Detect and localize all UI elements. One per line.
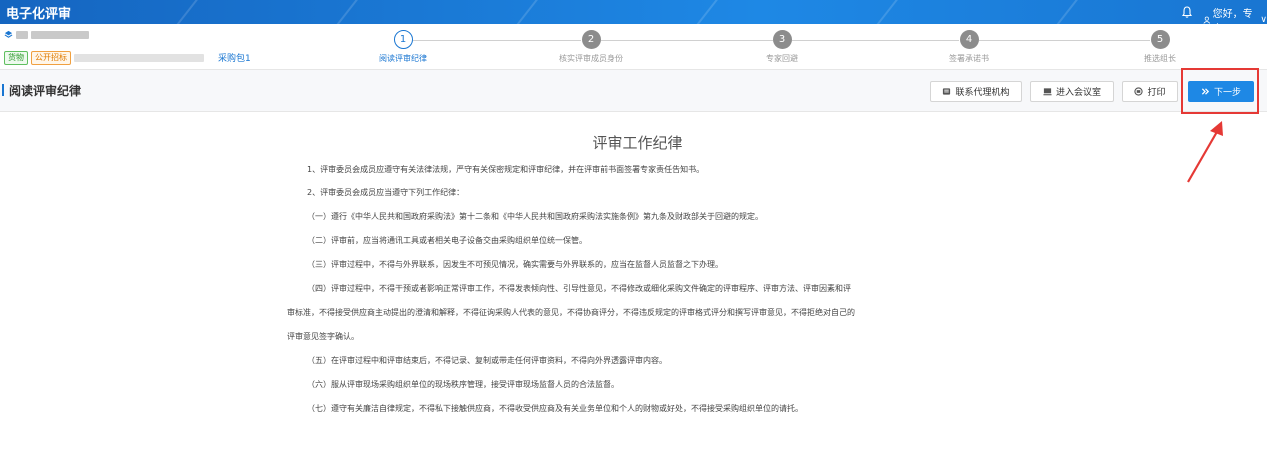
- step-label: 阅读评审纪律: [379, 54, 427, 63]
- redacted-text: [31, 30, 89, 39]
- step-number: 4: [959, 30, 979, 49]
- document-title: 评审工作纪律: [592, 134, 683, 152]
- step-label: 核实评审成员身份: [559, 54, 623, 63]
- project-row: 货物 公开招标 采购包1 1 阅读评审纪律 2 核实评审成员身份 3 专家回避 …: [0, 24, 1267, 70]
- project-icon: [4, 30, 13, 38]
- step-label: 推选组长: [1144, 54, 1176, 63]
- tag-public-tender: 公开招标: [31, 51, 71, 65]
- document-paragraph: （二）评审前，应当将通讯工具或者相关电子设备交由采购组织单位统一保管。: [307, 236, 587, 245]
- contact-icon: [943, 88, 951, 95]
- document-paragraph: 2、评审委员会成员应当遵守下列工作纪律：: [307, 188, 465, 197]
- step-2[interactable]: 2 核实评审成员身份: [531, 30, 651, 64]
- user-icon: [1203, 16, 1211, 24]
- contact-agency-label: 联系代理机构: [955, 88, 1010, 98]
- section-accent: [2, 84, 4, 96]
- print-label: 打印: [1147, 88, 1166, 98]
- redacted-text: [74, 54, 204, 62]
- document-paragraph: （三）评审过程中，不得与外界联系，因发生不可预见情况，确实需要与外界联系的，应当…: [307, 260, 723, 269]
- step-3[interactable]: 3 专家回避: [722, 30, 842, 64]
- enter-meeting-room-label: 进入会议室: [1055, 88, 1101, 98]
- user-menu[interactable]: 您好，专家二 ∨: [1203, 5, 1267, 24]
- header-decoration: [1041, 0, 1081, 24]
- chevron-down-icon: ∨: [1260, 15, 1267, 24]
- app-title: 电子化评审: [6, 7, 72, 22]
- header-decoration: [861, 0, 901, 24]
- top-header-bar: 电子化评审 您好，专家二 ∨: [0, 0, 1267, 24]
- print-icon: [1134, 87, 1144, 96]
- section-header: 阅读评审纪律 联系代理机构 进入会议室 打印 下一步: [0, 70, 1267, 112]
- step-label: 签署承诺书: [949, 54, 989, 63]
- document-paragraph: 评审意见签字确认。: [287, 332, 359, 341]
- document-paragraph: 1、评审委员会成员应遵守有关法律法规，严守有关保密规定和评审纪律，并在评审前书面…: [307, 165, 705, 174]
- step-5[interactable]: 5 推选组长: [1100, 30, 1220, 64]
- document-paragraph: 审标准，不得接受供应商主动提出的澄清和解释，不得征询采购人代表的意见，不得协商评…: [287, 308, 855, 317]
- highlight-annotation-box: [1181, 68, 1259, 114]
- step-number: 3: [772, 30, 792, 49]
- print-button[interactable]: 打印: [1122, 81, 1178, 102]
- redacted-text: [16, 30, 28, 39]
- step-number: 1: [393, 30, 413, 49]
- package-label: 采购包1: [218, 54, 251, 64]
- document-paragraph: （七）遵守有关廉洁自律规定，不得私下接触供应商，不得收受供应商及有关业务单位和个…: [307, 404, 803, 413]
- enter-meeting-room-button[interactable]: 进入会议室: [1030, 81, 1114, 102]
- header-decoration: [161, 0, 201, 24]
- document-paragraph: （四）评审过程中，不得干预或者影响正常评审工作，不得发表倾向性、引导性意见，不得…: [307, 284, 851, 293]
- document-paragraph: （六）服从评审现场采购组织单位的现场秩序管理，接受评审现场监督人员的合法监督。: [307, 380, 619, 389]
- project-tags: 货物 公开招标: [4, 51, 204, 65]
- header-decoration: [501, 0, 541, 24]
- user-greeting: 您好，专家二: [1212, 9, 1253, 20]
- step-number: 5: [1150, 30, 1170, 49]
- step-number: 2: [581, 30, 601, 49]
- header-decoration: [321, 0, 361, 24]
- step-4[interactable]: 4 签署承诺书: [909, 30, 1029, 64]
- section-title: 阅读评审纪律: [9, 84, 82, 98]
- document-paragraph: （一）遵行《中华人民共和国政府采购法》第十二条和《中华人民共和国政府采购法实施条…: [307, 212, 763, 221]
- meeting-room-icon: [1043, 88, 1052, 96]
- bell-icon[interactable]: [1180, 5, 1194, 19]
- header-decoration: [681, 0, 721, 24]
- step-1[interactable]: 1 阅读评审纪律: [343, 30, 463, 64]
- contact-agency-button[interactable]: 联系代理机构: [930, 81, 1022, 102]
- project-name: [4, 30, 89, 39]
- tag-goods: 货物: [4, 51, 28, 65]
- document-paragraph: （五）在评审过程中和评审结束后，不得记录、复制或带走任何评审资料，不得向外界透露…: [307, 356, 667, 365]
- step-label: 专家回避: [766, 54, 798, 63]
